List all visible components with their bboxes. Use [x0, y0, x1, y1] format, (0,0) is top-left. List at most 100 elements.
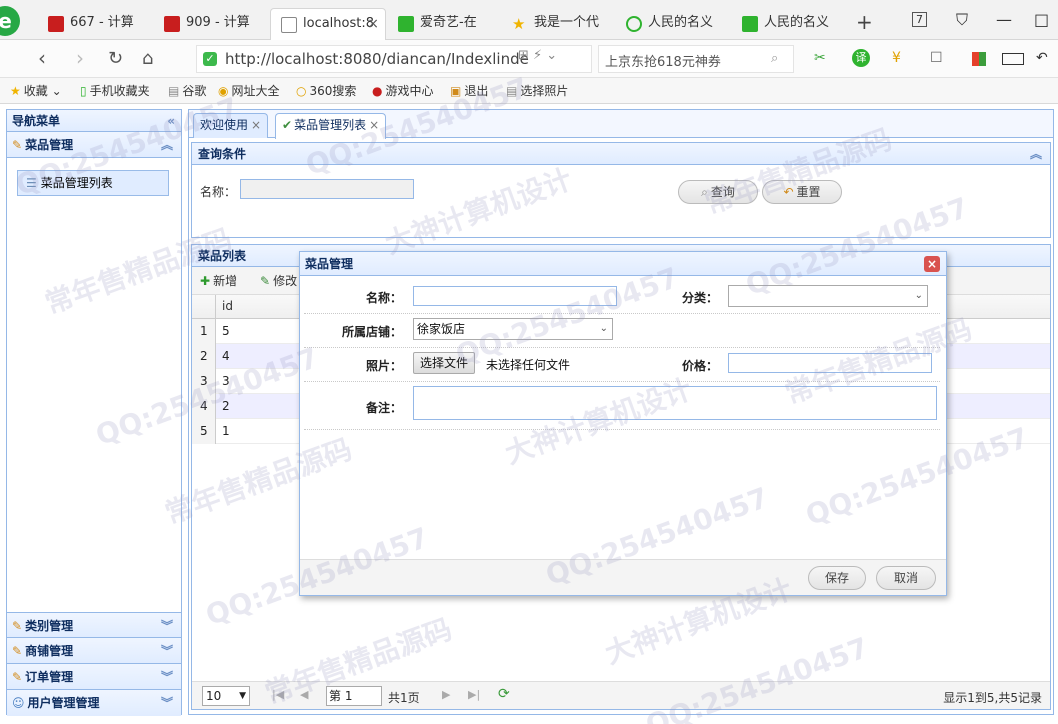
back-icon[interactable]: ‹ — [38, 46, 46, 70]
category-select[interactable]: ⌄ — [728, 285, 928, 307]
bookmarks-bar: ★ 收藏 ⌄ ▯ 手机收藏夹 ▤ 谷歌 ◉ 网址大全 ○ 360搜索 ● 游戏中心 ▣ 退出 … — [0, 78, 1058, 104]
chevron-down-icon[interactable]: ︾ — [161, 613, 173, 639]
scissors-icon[interactable]: ✂ — [814, 50, 826, 66]
shirt-icon[interactable]: ⛉ — [956, 10, 968, 30]
globe-icon: ◉ — [218, 84, 229, 98]
tab-count-badge[interactable]: 7 — [912, 12, 927, 27]
form-row: 备注： — [304, 382, 940, 430]
add-icon: ✚ — [200, 274, 211, 288]
bookmark-item[interactable]: ○ 360搜索 — [296, 82, 356, 99]
cancel-button[interactable]: 取消 — [876, 566, 936, 590]
reload-icon[interactable]: ↻ — [108, 48, 123, 69]
accordion-shop-management[interactable]: ✎ 商铺管理 ︾ — [7, 638, 181, 664]
url-tools-icon[interactable]: ⊞ ⚡ ⌄ — [518, 48, 557, 63]
search-box[interactable]: 上京东抢618元神券 ⌕ — [598, 45, 794, 73]
browser-tab-2[interactable]: 909 - 计算 — [154, 8, 266, 40]
close-icon[interactable]: × — [924, 256, 940, 272]
browser-tab-6[interactable]: 人民的名义 — [616, 8, 728, 40]
sidebar-item-dish-list[interactable]: ☰ 菜品管理列表 — [17, 170, 169, 196]
chevron-down-icon: ⌄ — [914, 290, 923, 301]
price-label: 价格： — [681, 359, 718, 373]
add-button[interactable]: ✚ 新增 — [200, 272, 237, 289]
bookmark-item[interactable]: ◉ 网址大全 — [218, 82, 280, 99]
new-tab-icon[interactable]: + — [856, 10, 873, 34]
bookmark-item[interactable]: ● 游戏中心 — [372, 82, 434, 99]
chevron-up-icon[interactable]: ︽ — [1030, 143, 1042, 165]
remark-textarea[interactable] — [413, 386, 937, 420]
apps-icon[interactable] — [972, 52, 986, 66]
query-name-input[interactable] — [240, 179, 414, 199]
nav-menu: 导航菜单 « ✎ 菜品管理 ︽ ☰ 菜品管理列表 ✎ 类别管理 ︾ ✎ 商铺管理 ︾ ✎ 订单… — [6, 109, 182, 716]
phone-icon: ▯ — [80, 84, 87, 98]
tab-welcome[interactable]: 欢迎使用 × — [193, 113, 269, 138]
next-page-icon[interactable]: ▶ — [442, 688, 450, 701]
tab-favicon-icon — [164, 16, 180, 32]
game-icon: ● — [372, 84, 383, 98]
play-favicon-icon — [626, 16, 642, 32]
browser-tab-bar: e 667 - 计算 909 - 计算 localhost:8 × 爱奇艺-在 … — [0, 0, 1058, 40]
tab-dish-list[interactable]: ✔ 菜品管理列表 × — [275, 113, 387, 139]
tab-favicon-icon — [398, 16, 414, 32]
shop-select[interactable]: 徐家饭店 ⌄ — [413, 318, 613, 340]
chevron-down-icon[interactable]: ︾ — [161, 664, 173, 690]
list-icon: ☰ — [26, 176, 37, 190]
accordion-category-management[interactable]: ✎ 类别管理 ︾ — [7, 612, 181, 638]
form-row: 照片： 选择文件 未选择任何文件 价格： — [304, 348, 940, 382]
accordion-body: ☰ 菜品管理列表 — [7, 158, 181, 618]
page-size-select[interactable]: 10 ▼ — [202, 686, 250, 706]
wrench-icon: ✎ — [12, 670, 23, 684]
undo-icon[interactable]: ↶ — [1036, 50, 1048, 66]
tab-favicon-icon — [48, 16, 64, 32]
home-icon[interactable]: ⌂ — [142, 48, 153, 69]
refresh-icon[interactable]: ⟳ — [498, 686, 510, 702]
chevron-down-icon[interactable]: ︾ — [161, 638, 173, 664]
pager-summary: 显示1到5,共5记录 — [943, 691, 1042, 705]
save-button[interactable]: 保存 — [808, 566, 866, 590]
search-button[interactable]: ⌕ 查询 — [678, 180, 758, 204]
close-icon[interactable]: × — [251, 118, 261, 132]
price-input[interactable] — [728, 353, 932, 373]
browser-tab-1[interactable]: 667 - 计算 — [38, 8, 150, 40]
accordion-dish-management[interactable]: ✎ 菜品管理 ︽ — [7, 132, 181, 158]
browser-tab-4[interactable]: 爱奇艺-在 — [388, 8, 500, 40]
query-panel-header: 查询条件 ︽ — [192, 143, 1050, 165]
search-icon[interactable]: ⌕ — [771, 51, 778, 66]
prev-page-icon[interactable]: ◀ — [300, 688, 308, 701]
nav-menu-title: 导航菜单 — [12, 114, 61, 128]
bookmark-item[interactable]: ▯ 手机收藏夹 — [80, 82, 150, 99]
reset-button[interactable]: ↶ 重置 — [762, 180, 842, 204]
dialog-footer: 保存 取消 — [300, 559, 946, 595]
chevron-down-icon[interactable]: ︾ — [161, 690, 173, 716]
accordion-order-management[interactable]: ✎ 订单管理 ︾ — [7, 664, 181, 690]
forward-icon[interactable]: › — [76, 46, 84, 70]
chevron-up-icon[interactable]: ︽ — [161, 132, 173, 158]
bookmark-item[interactable]: ★ 收藏 ⌄ — [10, 82, 62, 99]
accordion-user-management[interactable]: ☺ 用户管理管理 ︾ — [7, 690, 181, 716]
search-text: 上京东抢618元神券 — [605, 55, 721, 70]
coin-icon[interactable]: ¥ — [892, 50, 901, 66]
translate-icon[interactable]: 译 — [852, 49, 870, 67]
browser-tab-label: localhost:8 — [303, 16, 375, 31]
page-number-input[interactable]: 第 1 — [326, 686, 382, 706]
bookmark-item[interactable]: ▣ 退出 — [450, 82, 488, 99]
star-icon: ★ — [10, 84, 21, 98]
name-input[interactable] — [413, 286, 617, 306]
bookmark-item[interactable]: ▤ 谷歌 — [168, 82, 206, 99]
browser-tab-5[interactable]: ★ 我是一个代 — [502, 8, 614, 40]
game-pad-icon[interactable]: ☐ — [930, 50, 943, 66]
bookmark-item[interactable]: ▤ 选择照片 — [506, 82, 568, 99]
minimize-icon[interactable]: — — [996, 10, 1012, 29]
edit-button[interactable]: ✎ 修改 — [260, 272, 297, 289]
browser-tab-7[interactable]: 人民的名义 — [732, 8, 844, 40]
browser-tab-3[interactable]: localhost:8 × — [270, 8, 386, 40]
first-page-icon[interactable]: |◀ — [272, 688, 284, 701]
collapse-left-icon[interactable]: « — [167, 110, 175, 132]
close-icon[interactable]: × — [369, 118, 379, 132]
check-icon: ✔ — [282, 118, 293, 132]
battery-icon[interactable] — [1002, 53, 1024, 65]
choose-file-button[interactable]: 选择文件 — [413, 352, 476, 374]
column-header-id[interactable]: id — [222, 299, 233, 313]
maximize-icon[interactable]: □ — [1034, 10, 1049, 29]
last-page-icon[interactable]: ▶| — [468, 688, 480, 701]
close-tab-icon[interactable]: × — [367, 9, 379, 39]
